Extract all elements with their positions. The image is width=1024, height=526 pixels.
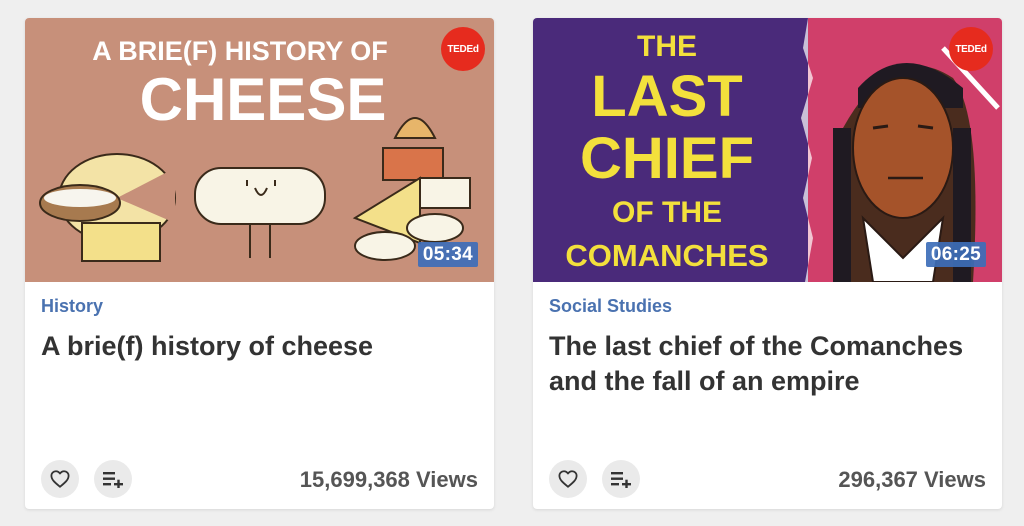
thumbnail-line: THE	[637, 30, 697, 63]
video-title[interactable]: The last chief of the Comanches and the …	[549, 329, 979, 399]
category-label[interactable]: Social Studies	[549, 296, 672, 317]
video-duration: 05:34	[417, 242, 478, 267]
heart-icon	[50, 470, 70, 488]
view-count: 15,699,368 Views	[299, 467, 478, 492]
add-to-playlist-button[interactable]	[602, 460, 640, 498]
ted-ed-logo: TEDEd	[441, 27, 485, 71]
video-grid: A BRIE(F) HISTORY OF CHEESE TEDEd 05:34 …	[0, 0, 1024, 526]
card-actions	[549, 460, 640, 498]
video-duration: 06:25	[925, 242, 986, 267]
thumbnail-line: COMANCHES	[565, 238, 768, 273]
video-thumbnail[interactable]: THE LAST CHIEF OF THE COMANCHES TEDEd 06…	[533, 18, 1002, 282]
thumbnail-line: CHEESE	[140, 66, 387, 133]
video-card[interactable]: THE LAST CHIEF OF THE COMANCHES TEDEd 06…	[533, 18, 1002, 509]
video-title[interactable]: A brie(f) history of cheese	[41, 329, 471, 364]
thumbnail-line: A BRIE(F) HISTORY OF	[92, 36, 388, 66]
view-count: 296,367 Views	[838, 467, 986, 492]
like-button[interactable]	[41, 460, 79, 498]
video-card[interactable]: A BRIE(F) HISTORY OF CHEESE TEDEd 05:34 …	[25, 18, 494, 509]
add-to-playlist-button[interactable]	[94, 460, 132, 498]
thumbnail-line: CHIEF	[580, 126, 754, 191]
card-actions	[41, 460, 132, 498]
add-to-playlist-icon	[611, 472, 631, 488]
thumbnail-line: OF THE	[612, 196, 722, 229]
category-label[interactable]: History	[41, 296, 103, 317]
ted-ed-logo: TEDEd	[949, 27, 993, 71]
heart-icon	[558, 470, 578, 488]
add-to-playlist-icon	[103, 472, 123, 488]
video-thumbnail[interactable]: A BRIE(F) HISTORY OF CHEESE TEDEd 05:34	[25, 18, 494, 282]
thumbnail-line: LAST	[591, 64, 742, 129]
like-button[interactable]	[549, 460, 587, 498]
